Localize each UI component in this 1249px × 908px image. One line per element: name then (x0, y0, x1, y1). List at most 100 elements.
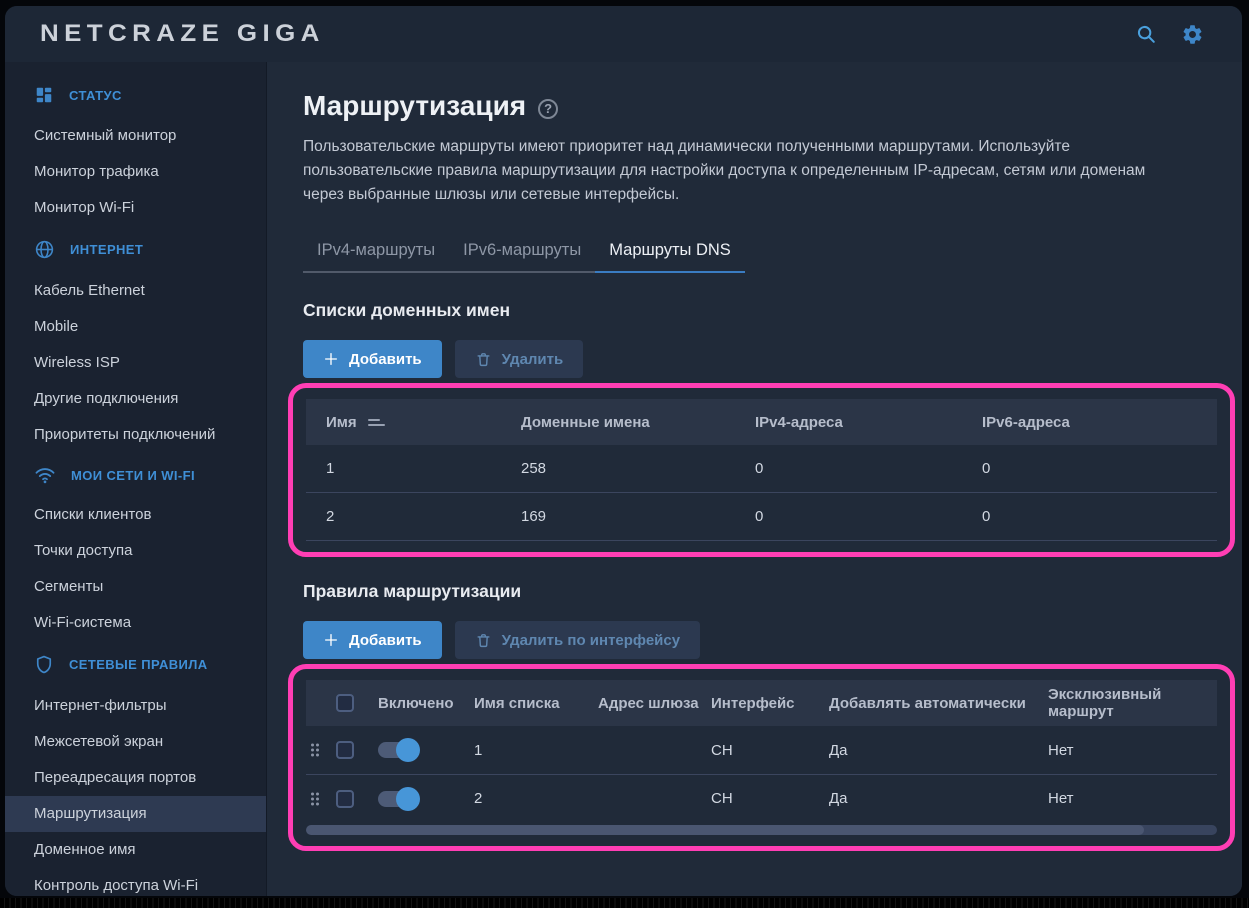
sidebar-item-access-points[interactable]: Точки доступа (5, 533, 266, 569)
sidebar-section-my-networks: МОИ СЕТИ И WI-FI (5, 453, 266, 497)
help-icon[interactable]: ? (538, 99, 558, 119)
main-content: Маршрутизация ? Пользовательские маршрут… (267, 62, 1242, 896)
cell-ipv4-count: 0 (755, 460, 982, 477)
sidebar-section-label: МОИ СЕТИ И WI-FI (71, 468, 195, 483)
tab-bar: IPv4-маршруты IPv6-маршруты Маршруты DNS (303, 232, 745, 273)
row-checkbox[interactable] (336, 790, 354, 808)
cell-domain-count: 169 (521, 508, 755, 525)
wifi-icon (34, 466, 56, 484)
sidebar-section-label: СТАТУС (69, 88, 122, 103)
shield-icon (34, 654, 54, 675)
drag-handle-icon[interactable] (309, 791, 321, 807)
delete-domain-list-button[interactable]: Удалить (455, 340, 584, 378)
add-routing-rule-button[interactable]: Добавить (303, 621, 442, 659)
sidebar-item-firewall[interactable]: Межсетевой экран (5, 724, 266, 760)
column-header-domain-names: Доменные имена (521, 414, 755, 431)
page-title: Маршрутизация (303, 90, 526, 122)
sidebar-item-traffic-monitor[interactable]: Монитор трафика (5, 154, 266, 190)
sidebar-item-domain-name[interactable]: Доменное имя (5, 832, 266, 868)
annotation-highlight-routing-rules-table: Включено Имя списка Адрес шлюза Интерфей… (288, 664, 1235, 851)
column-header-ipv6-addresses: IPv6-адреса (982, 414, 1217, 431)
routing-rules-heading: Правила маршрутизации (303, 581, 1226, 602)
sidebar-section-internet: ИНТЕРНЕТ (5, 226, 266, 273)
sidebar-item-client-lists[interactable]: Списки клиентов (5, 497, 266, 533)
brand-logo: NETCRAZE GIGA (40, 20, 325, 48)
cell-ipv4-count: 0 (755, 508, 982, 525)
cell-list-name: 2 (468, 790, 592, 807)
sidebar-section-label: ИНТЕРНЕТ (70, 242, 143, 257)
cell-ipv6-count: 0 (982, 508, 1217, 525)
cell-name: 2 (306, 508, 521, 525)
plus-icon (323, 351, 339, 367)
routing-rules-table-header: Включено Имя списка Адрес шлюза Интерфей… (306, 680, 1217, 726)
add-button-label: Добавить (349, 632, 422, 649)
page-description: Пользовательские маршруты имеют приорите… (303, 135, 1177, 207)
annotation-highlight-domain-lists-table: Имя Доменные имена IPv4-адреса IPv6-адре… (288, 383, 1235, 557)
screenshot-edge (0, 898, 1249, 908)
top-bar: NETCRAZE GIGA (5, 6, 1242, 62)
column-header-gateway: Адрес шлюза (592, 695, 707, 712)
cell-exclusive-route: Нет (1042, 790, 1217, 807)
search-icon[interactable] (1134, 22, 1158, 46)
sidebar-section-network-rules: СЕТЕВЫЕ ПРАВИЛА (5, 641, 266, 688)
select-all-checkbox[interactable] (336, 694, 354, 712)
domain-lists-table: Имя Доменные имена IPv4-адреса IPv6-адре… (306, 399, 1217, 541)
add-button-label: Добавить (349, 351, 422, 368)
topbar-actions (1134, 22, 1204, 46)
sidebar-item-mobile[interactable]: Mobile (5, 309, 266, 345)
add-domain-list-button[interactable]: Добавить (303, 340, 442, 378)
sidebar-item-port-forwarding[interactable]: Переадресация портов (5, 760, 266, 796)
sidebar-item-wifi-system[interactable]: Wi-Fi-система (5, 605, 266, 641)
column-header-ipv4-addresses: IPv4-адреса (755, 414, 982, 431)
sidebar-section-status: СТАТУС (5, 72, 266, 118)
cell-ipv6-count: 0 (982, 460, 1217, 477)
cell-name: 1 (306, 460, 521, 477)
sidebar-item-wifi-monitor[interactable]: Монитор Wi-Fi (5, 190, 266, 226)
column-header-exclusive-route: Эксклюзивный маршрут (1042, 686, 1217, 720)
cell-interface: CH (707, 790, 825, 807)
table-row[interactable]: 1 258 0 0 (306, 445, 1217, 493)
table-row[interactable]: 2 169 0 0 (306, 493, 1217, 541)
table-row: 1 CH Да Нет (306, 726, 1217, 774)
sidebar-item-routing[interactable]: Маршрутизация (5, 796, 266, 832)
enabled-toggle[interactable] (378, 791, 418, 807)
cell-exclusive-route: Нет (1042, 742, 1217, 759)
table-row: 2 CH Да Нет (306, 774, 1217, 822)
sidebar-item-other-connections[interactable]: Другие подключения (5, 381, 266, 417)
sidebar-item-ethernet[interactable]: Кабель Ethernet (5, 273, 266, 309)
globe-icon (34, 239, 55, 260)
enabled-toggle[interactable] (378, 742, 418, 758)
tab-ipv6-routes[interactable]: IPv6-маршруты (449, 232, 595, 273)
sidebar-section-label: СЕТЕВЫЕ ПРАВИЛА (69, 657, 208, 672)
cell-auto-add: Да (825, 790, 1042, 807)
cell-auto-add: Да (825, 742, 1042, 759)
sidebar-item-wireless-isp[interactable]: Wireless ISP (5, 345, 266, 381)
dashboard-icon (34, 85, 54, 105)
tab-ipv4-routes[interactable]: IPv4-маршруты (303, 232, 449, 273)
horizontal-scrollbar[interactable] (306, 825, 1217, 835)
delete-by-interface-button[interactable]: Удалить по интерфейсу (455, 621, 700, 659)
domain-lists-heading: Списки доменных имен (303, 300, 1226, 321)
drag-handle-icon[interactable] (309, 742, 321, 758)
gear-icon[interactable] (1180, 22, 1204, 46)
column-header-list-name: Имя списка (468, 695, 592, 712)
domain-lists-table-header: Имя Доменные имена IPv4-адреса IPv6-адре… (306, 399, 1217, 445)
trash-icon (475, 351, 492, 368)
column-header-enabled: Включено (372, 695, 468, 712)
sidebar-item-system-monitor[interactable]: Системный монитор (5, 118, 266, 154)
row-checkbox[interactable] (336, 741, 354, 759)
sidebar-item-connection-priorities[interactable]: Приоритеты подключений (5, 417, 266, 453)
scrollbar-thumb[interactable] (306, 825, 1144, 835)
sort-icon[interactable] (368, 419, 385, 426)
tab-dns-routes[interactable]: Маршруты DNS (595, 232, 745, 273)
delete-button-label: Удалить по интерфейсу (502, 632, 680, 649)
sidebar-item-internet-filters[interactable]: Интернет-фильтры (5, 688, 266, 724)
cell-interface: CH (707, 742, 825, 759)
column-header-interface: Интерфейс (707, 695, 825, 712)
sidebar-item-segments[interactable]: Сегменты (5, 569, 266, 605)
sidebar-item-wifi-access-control[interactable]: Контроль доступа Wi-Fi (5, 868, 266, 896)
delete-button-label: Удалить (502, 351, 564, 368)
sidebar: СТАТУС Системный монитор Монитор трафика… (5, 62, 267, 896)
cell-domain-count: 258 (521, 460, 755, 477)
column-header-name: Имя (326, 414, 357, 431)
